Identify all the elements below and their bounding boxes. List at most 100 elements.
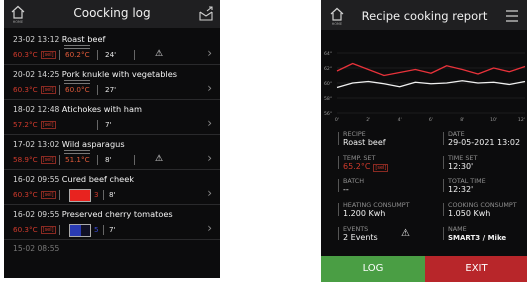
y-tick-label: 58° bbox=[324, 96, 332, 102]
log-entry[interactable]: 17-02 13:02 Wild asparagus 58.9°C [sel] 5… bbox=[4, 135, 220, 170]
y-tick-label: 62° bbox=[324, 66, 332, 72]
page-title: Coocking log bbox=[73, 6, 151, 20]
temp-unit-badge: [sel] bbox=[40, 51, 56, 59]
entry-date: 18-02 12:48 bbox=[13, 105, 60, 114]
entry-name: Roast beef bbox=[61, 34, 106, 44]
x-tick-label: 12' bbox=[518, 117, 525, 122]
entry-date: 15-02 08:55 bbox=[13, 244, 60, 253]
y-tick-label: 60° bbox=[324, 81, 332, 87]
entry-duration: 8' bbox=[105, 155, 112, 164]
page-title: Recipe cooking report bbox=[361, 9, 488, 23]
divider bbox=[103, 225, 104, 235]
temperature-chart: 64° 62° 60° 58° 56°0' 2' 4' 6' 8' 10' 12' bbox=[324, 51, 526, 122]
chevron-right-icon[interactable]: › bbox=[207, 151, 212, 165]
divider bbox=[59, 155, 60, 165]
chevron-right-icon[interactable]: › bbox=[207, 221, 212, 235]
entry-name: Cured beef cheek bbox=[61, 174, 134, 184]
entry-date: 16-02 09:55 bbox=[13, 210, 60, 219]
entry-duration: 8' bbox=[109, 190, 116, 199]
entry-date: 23-02 13:12 bbox=[13, 35, 60, 44]
swatch-number: 5 bbox=[94, 225, 99, 234]
entry-temp: 58.9°C [sel] bbox=[13, 155, 56, 164]
menu-icon[interactable] bbox=[504, 8, 520, 24]
entry-temp: 57.2°C [sel] bbox=[13, 120, 56, 129]
divider bbox=[59, 225, 60, 235]
log-entry[interactable]: 20-02 14:25 Pork knukle with vegetables … bbox=[4, 65, 220, 100]
cooking-log-screen: HOME Coocking log 23-02 13:12 Roast beef… bbox=[4, 0, 220, 278]
log-entry[interactable]: 23-02 13:12 Roast beef 60.3°C [sel] 60.2°… bbox=[4, 30, 220, 65]
warning-triangle-icon: ⚠ bbox=[401, 228, 410, 239]
temp-unit-badge: [sel] bbox=[40, 121, 56, 129]
log-entry[interactable]: 18-02 12:48 Atichokes with ham 57.2°C [se… bbox=[4, 100, 220, 135]
entry-set-temp: 51.1°C bbox=[64, 150, 90, 164]
divider bbox=[97, 85, 98, 95]
entry-name: Atichokes with ham bbox=[61, 104, 142, 114]
entry-name: Wild asparagus bbox=[61, 139, 125, 149]
cooking-consumption-info: COOKING CONSUMPT 1.050 Kwh bbox=[443, 202, 517, 219]
x-tick-label: 6' bbox=[429, 117, 433, 122]
log-entry[interactable]: 15-02 08:55 bbox=[4, 240, 220, 274]
recipe-info: RECIPE Roast beef bbox=[338, 131, 386, 148]
events-info[interactable]: EVENTS 2 Events bbox=[338, 226, 378, 243]
temp-unit-badge: [sel] bbox=[40, 191, 56, 199]
temp-unit-badge: [sel] bbox=[40, 226, 56, 234]
color-swatch bbox=[69, 224, 91, 237]
temp-unit-badge: [sel] bbox=[40, 156, 56, 164]
y-tick-label: 56° bbox=[324, 111, 332, 117]
divider bbox=[59, 85, 60, 95]
x-tick-label: 4' bbox=[398, 117, 402, 122]
entry-date: 17-02 13:02 bbox=[13, 140, 60, 149]
color-swatch bbox=[69, 189, 91, 202]
report-header: HOME Recipe cooking report bbox=[321, 0, 527, 30]
log-button[interactable]: LOG bbox=[321, 256, 425, 282]
chevron-right-icon[interactable]: › bbox=[207, 46, 212, 60]
entry-temp: 60.3°C [sel] bbox=[13, 190, 56, 199]
export-icon[interactable] bbox=[198, 6, 214, 22]
divider bbox=[134, 50, 135, 60]
x-tick-label: 2' bbox=[366, 117, 370, 122]
probe-icon bbox=[64, 45, 90, 49]
entry-set-temp: 60.0°C bbox=[64, 80, 90, 94]
entry-duration: 27' bbox=[105, 85, 117, 94]
time-set-info: TIME SET 12:30' bbox=[443, 155, 477, 172]
batch-info: BATCH -- bbox=[338, 178, 364, 195]
log-header: HOME Coocking log bbox=[4, 0, 220, 28]
x-tick-label: 0' bbox=[335, 117, 339, 122]
entry-duration: 24' bbox=[105, 50, 117, 59]
entry-name: Pork knukle with vegetables bbox=[61, 69, 178, 79]
divider bbox=[97, 155, 98, 165]
date-info: DATE 29-05-2021 13:02 bbox=[443, 131, 520, 148]
chevron-right-icon[interactable]: › bbox=[207, 186, 212, 200]
divider bbox=[97, 50, 98, 60]
log-entry[interactable]: 16-02 09:55 Preserved cherry tomatoes 60… bbox=[4, 205, 220, 240]
chevron-right-icon[interactable]: › bbox=[207, 81, 212, 95]
divider bbox=[97, 120, 98, 130]
series-line-1 bbox=[336, 62, 526, 77]
series-line-2 bbox=[336, 80, 526, 89]
x-tick-label: 10' bbox=[490, 117, 497, 122]
divider bbox=[59, 190, 60, 200]
warning-triangle-icon: ⚠ bbox=[155, 154, 164, 164]
temp-set-info: TEMP. SET 65.2°C [sel] bbox=[338, 155, 389, 173]
entry-temp: 60.3°C [sel] bbox=[13, 85, 56, 94]
entry-temp: 60.3°C [sel] bbox=[13, 225, 56, 234]
probe-icon bbox=[64, 150, 90, 154]
entry-duration: 7' bbox=[109, 225, 116, 234]
entry-duration: 7' bbox=[105, 120, 112, 129]
y-tick-label: 64° bbox=[324, 51, 332, 57]
exit-button[interactable]: EXIT bbox=[425, 256, 527, 282]
swatch-number: 3 bbox=[94, 190, 99, 199]
entry-date: 20-02 14:25 bbox=[13, 70, 60, 79]
recipe-report-screen: HOME Recipe cooking report 64° 62° 60° 58° 5… bbox=[321, 0, 527, 282]
x-tick-label: 8' bbox=[460, 117, 464, 122]
total-time-info: TOTAL TIME 12:32' bbox=[443, 178, 486, 195]
entry-name: Preserved cherry tomatoes bbox=[61, 209, 173, 219]
entry-date: 16-02 09:55 bbox=[13, 175, 60, 184]
temp-unit-badge: [sel] bbox=[40, 86, 56, 94]
divider bbox=[134, 155, 135, 165]
log-entry[interactable]: 16-02 09:55 Cured beef cheek 60.3°C [sel]… bbox=[4, 170, 220, 205]
chevron-right-icon[interactable]: › bbox=[207, 116, 212, 130]
divider bbox=[59, 50, 60, 60]
heating-consumption-info: HEATING CONSUMPT 1.200 Kwh bbox=[338, 202, 410, 219]
entry-set-temp: 60.2°C bbox=[64, 45, 90, 59]
